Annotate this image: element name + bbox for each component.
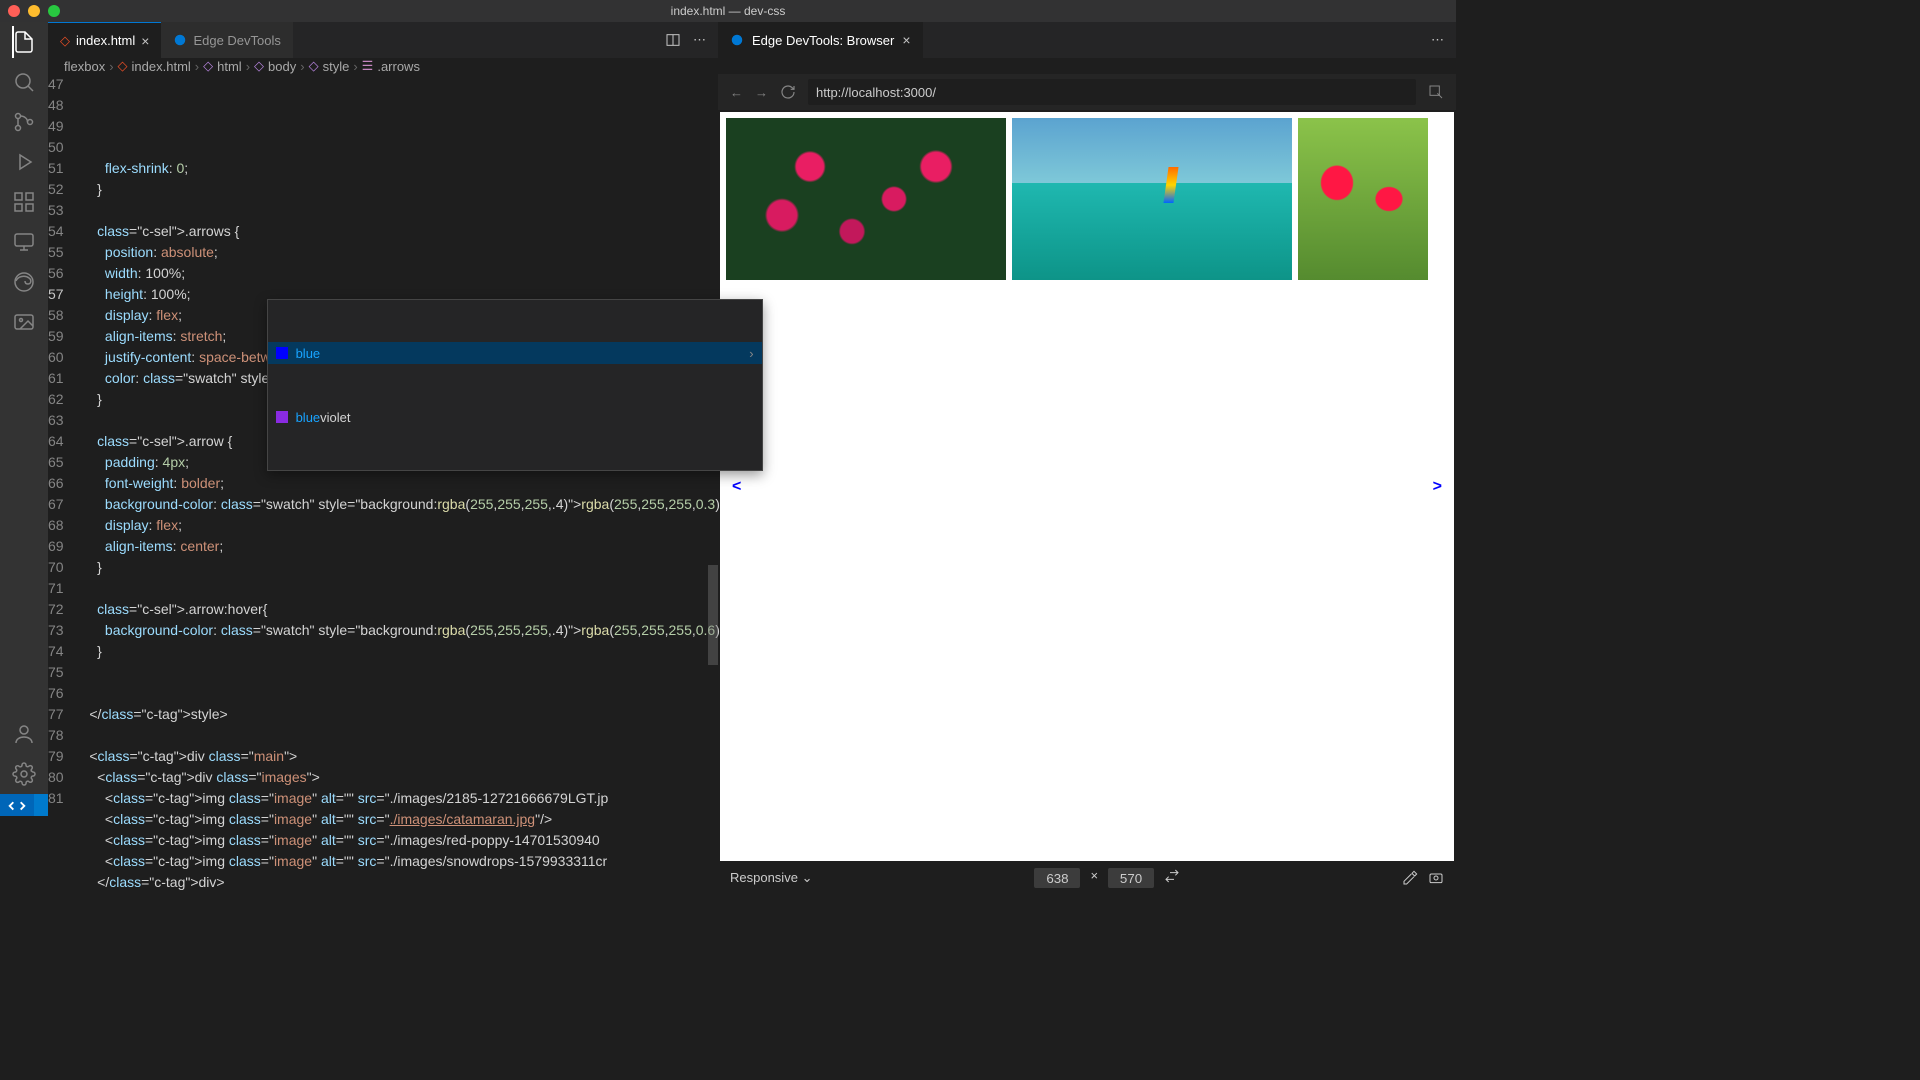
settings-gear-icon[interactable] xyxy=(12,762,36,786)
chevron-right-icon: › xyxy=(749,343,753,364)
close-window-button[interactable] xyxy=(8,5,20,17)
close-tab-icon[interactable]: × xyxy=(902,32,910,48)
devtools-browser-pane: ← → < > Responsive ⌄ xyxy=(718,74,1456,893)
breadcrumb-item[interactable]: ◇body xyxy=(254,58,296,74)
inspect-icon[interactable] xyxy=(1428,84,1444,100)
screenshot-icon[interactable] xyxy=(1428,870,1444,886)
preview-image xyxy=(1012,118,1292,280)
color-swatch-icon xyxy=(276,347,288,359)
color-swatch-icon xyxy=(276,411,288,423)
remote-icon[interactable] xyxy=(12,230,36,254)
more-actions-icon[interactable]: ⋯ xyxy=(1431,32,1444,48)
devtools-tab-bar: Edge DevTools: Browser × ⋯ xyxy=(718,22,1456,58)
browser-status-bar: Responsive ⌄ × xyxy=(718,863,1456,893)
account-icon[interactable] xyxy=(12,722,36,746)
tab-edge-devtools[interactable]: Edge DevTools xyxy=(161,22,292,58)
activity-bar xyxy=(0,22,48,794)
edge-icon xyxy=(173,33,187,47)
tab-label: Edge DevTools xyxy=(193,33,280,48)
preview-image xyxy=(1298,118,1428,280)
source-control-icon[interactable] xyxy=(12,110,36,134)
breadcrumb-item[interactable]: ◇index.html xyxy=(118,58,191,74)
swap-dimensions-icon[interactable] xyxy=(1164,868,1180,884)
images-icon[interactable] xyxy=(12,310,36,334)
edge-icon xyxy=(730,33,744,47)
titlebar: index.html — dev-css xyxy=(0,0,1456,22)
suggest-item-blueviolet[interactable]: blueviolet xyxy=(268,406,762,428)
back-icon[interactable]: ← xyxy=(730,85,743,100)
preview-image xyxy=(726,118,1006,280)
html-file-icon: ◇ xyxy=(60,33,70,49)
forward-icon[interactable]: → xyxy=(755,85,768,100)
code-editor[interactable]: 4748495051525354555657585960616263646566… xyxy=(48,74,718,893)
zoom-window-button[interactable] xyxy=(48,5,60,17)
breadcrumb-item[interactable]: flexbox xyxy=(64,59,105,74)
browser-viewport[interactable]: < > xyxy=(720,112,1454,861)
breadcrumb[interactable]: flexbox› ◇index.html› ◇html› ◇body› ◇sty… xyxy=(48,58,1456,74)
chevron-down-icon: ⌄ xyxy=(802,870,813,885)
remote-indicator[interactable] xyxy=(0,794,34,816)
tab-label: Edge DevTools: Browser xyxy=(752,33,894,48)
next-arrow-button[interactable]: > xyxy=(1427,474,1448,500)
editor-tab-bar: ◇ index.html × Edge DevTools ⋯ xyxy=(48,22,718,58)
scrollbar-vertical[interactable] xyxy=(708,565,718,665)
more-actions-icon[interactable]: ⋯ xyxy=(693,32,706,48)
responsive-dropdown[interactable]: Responsive ⌄ xyxy=(730,870,812,886)
breadcrumb-item[interactable]: ◇html xyxy=(203,58,242,74)
line-number-gutter: 4748495051525354555657585960616263646566… xyxy=(48,74,82,893)
traffic-lights xyxy=(8,5,60,17)
extensions-icon[interactable] xyxy=(12,190,36,214)
viewport-height-input[interactable] xyxy=(1108,868,1154,888)
tab-devtools-browser[interactable]: Edge DevTools: Browser × xyxy=(718,22,923,58)
url-input[interactable] xyxy=(808,79,1416,105)
split-editor-icon[interactable] xyxy=(665,32,681,48)
minimize-window-button[interactable] xyxy=(28,5,40,17)
reload-icon[interactable] xyxy=(780,84,796,100)
breadcrumb-item[interactable]: ☰.arrows xyxy=(362,58,420,74)
autocomplete-popup: blue › blueviolet xyxy=(267,299,763,471)
browser-toolbar: ← → xyxy=(718,74,1456,110)
code-content[interactable]: blue › blueviolet flex-shrink: 0; } clas… xyxy=(82,74,724,893)
explorer-icon[interactable] xyxy=(12,30,36,54)
edge-icon[interactable] xyxy=(12,270,36,294)
search-icon[interactable] xyxy=(12,70,36,94)
breadcrumb-item[interactable]: ◇style xyxy=(309,58,350,74)
prev-arrow-button[interactable]: < xyxy=(726,474,747,500)
tab-index-html[interactable]: ◇ index.html × xyxy=(48,22,161,58)
suggest-item-blue[interactable]: blue › xyxy=(268,342,762,364)
close-tab-icon[interactable]: × xyxy=(141,33,149,49)
run-debug-icon[interactable] xyxy=(12,150,36,174)
eyedropper-icon[interactable] xyxy=(1402,870,1418,886)
dimension-x-icon: × xyxy=(1090,868,1098,888)
tab-label: index.html xyxy=(76,33,135,48)
viewport-width-input[interactable] xyxy=(1034,868,1080,888)
window-title: index.html — dev-css xyxy=(671,4,786,18)
